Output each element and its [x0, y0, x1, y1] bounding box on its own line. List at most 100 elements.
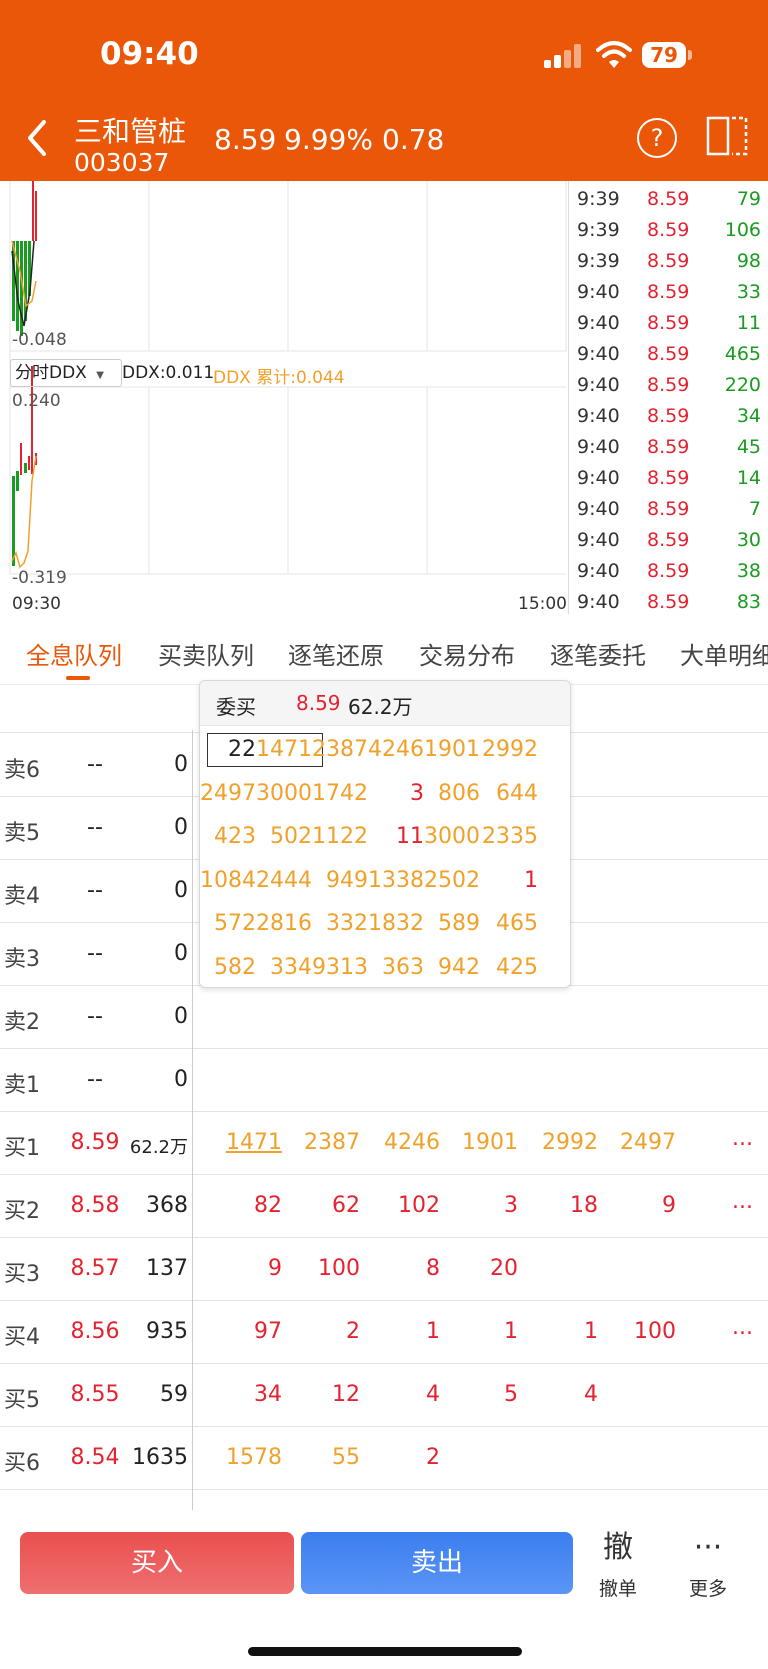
queue-order[interactable]: 100 [606, 1319, 676, 1344]
popup-order-cell[interactable]: 1122 [312, 824, 368, 849]
queue-order[interactable]: 1 [448, 1319, 518, 1344]
tab-bar: 全息队列 买卖队列 逐笔还原 交易分布 逐笔委托 大单明细 [0, 614, 768, 685]
popup-order-cell[interactable]: 1338 [368, 868, 424, 893]
popup-order-cell[interactable]: 2335 [482, 824, 538, 849]
tab-tick-orders[interactable]: 逐笔委托 [550, 636, 646, 671]
popup-order-cell[interactable]: 502 [256, 824, 312, 849]
queue-order[interactable]: 62 [290, 1193, 360, 1218]
queue-order[interactable]: 82 [212, 1193, 282, 1218]
more-orders-ellipsis[interactable]: ... [732, 1189, 753, 1214]
queue-order[interactable]: 4246 [370, 1130, 440, 1155]
queue-order[interactable]: 12 [290, 1382, 360, 1407]
popup-order-cell[interactable]: 11 [368, 824, 424, 849]
popup-order-cell[interactable]: 942 [424, 955, 480, 980]
more-orders-ellipsis[interactable]: ... [732, 1315, 753, 1340]
queue-order[interactable]: 2 [290, 1319, 360, 1344]
popup-order-cell[interactable]: 1084 [200, 868, 256, 893]
queue-order[interactable]: 4 [370, 1382, 440, 1407]
sell-button[interactable]: 卖出 [301, 1532, 573, 1594]
popup-order-cell[interactable]: 423 [200, 824, 256, 849]
queue-order[interactable]: 102 [370, 1193, 440, 1218]
help-icon[interactable]: ? [637, 118, 677, 158]
queue-order[interactable]: 2497 [606, 1130, 676, 1155]
queue-order[interactable]: 2992 [528, 1130, 598, 1155]
popup-order-cell[interactable]: 572 [200, 911, 256, 936]
popup-order-cell[interactable]: 363 [368, 955, 424, 980]
popup-order-cell[interactable]: 465 [482, 911, 538, 936]
queue-order[interactable]: 4 [528, 1382, 598, 1407]
dropdown-triangle-icon: ▼ [96, 370, 104, 381]
popup-order-cell[interactable]: 4246 [368, 737, 424, 762]
sell-row[interactable]: 卖1 -- 0 [0, 1049, 768, 1112]
sell-row[interactable]: 卖2 -- 0 [0, 986, 768, 1049]
tick-list[interactable]: 9:39 8.59 79 9:39 8.59 106 9:39 8.59 98 9:40 8.59 3… [568, 181, 768, 614]
popup-order-cell[interactable]: 9313 [312, 955, 368, 980]
queue-order[interactable]: 1471 [212, 1130, 282, 1155]
popup-order-cell[interactable]: 1471 [256, 737, 312, 762]
queue-order[interactable]: 9 [606, 1193, 676, 1218]
popup-order-cell[interactable]: 2444 [256, 868, 312, 893]
buy-queue-popup[interactable]: 委买 8.59 62.2万 22 1471 2387 4246 1901 2992 2497… [199, 680, 571, 988]
tab-trade-distribution[interactable]: 交易分布 [419, 636, 515, 671]
popup-order-cell[interactable]: 582 [200, 955, 256, 980]
popup-order-cell[interactable]: 332 [312, 911, 368, 936]
popup-order-cell[interactable]: 2387 [312, 737, 368, 762]
back-arrow-icon[interactable] [22, 118, 52, 158]
landscape-switch-icon[interactable] [706, 116, 748, 156]
buy-row[interactable]: 买3 8.57 137 9 100 8 20 [0, 1238, 768, 1301]
level-volume: 0 [174, 815, 188, 840]
popup-order-cell[interactable]: 589 [424, 911, 480, 936]
popup-order-cell[interactable]: 425 [482, 955, 538, 980]
popup-order-cell[interactable]: 1901 [424, 737, 480, 762]
popup-order-cell[interactable]: 1 [482, 868, 538, 893]
popup-order-cell[interactable]: 3 [368, 781, 424, 806]
queue-order[interactable]: 8 [370, 1256, 440, 1281]
queue-order[interactable]: 1901 [448, 1130, 518, 1155]
queue-order[interactable]: 20 [448, 1256, 518, 1281]
popup-order-cell[interactable]: 644 [482, 781, 538, 806]
tab-full-queue[interactable]: 全息队列 [26, 636, 122, 671]
queue-order[interactable]: 9 [212, 1256, 282, 1281]
cancel-order-button[interactable]: 撤 撤单 [578, 1528, 658, 1601]
popup-order-cell[interactable]: 3000 [256, 781, 312, 806]
tab-tick-restore[interactable]: 逐笔还原 [288, 636, 384, 671]
popup-order-cell[interactable]: 949 [312, 868, 368, 893]
popup-order-cell[interactable]: 3000 [424, 824, 480, 849]
queue-order[interactable]: 5 [448, 1382, 518, 1407]
queue-order[interactable]: 18 [528, 1193, 598, 1218]
tab-big-orders[interactable]: 大单明细 [680, 636, 768, 671]
queue-order[interactable]: 3 [448, 1193, 518, 1218]
queue-order[interactable]: 1 [528, 1319, 598, 1344]
popup-order-cell[interactable]: 1832 [368, 911, 424, 936]
popup-order-cell[interactable]: 806 [424, 781, 480, 806]
buy-button[interactable]: 买入 [20, 1532, 294, 1594]
queue-order[interactable]: 100 [290, 1256, 360, 1281]
intraday-chart[interactable]: -0.048 分时DDX ▼ DDX:0.011 DDX 累计:0.044 0.… [0, 181, 568, 614]
queue-order[interactable]: 1578 [212, 1445, 282, 1470]
queue-order[interactable]: 97 [212, 1319, 282, 1344]
queue-order[interactable]: 2387 [290, 1130, 360, 1155]
buy-row[interactable]: 买2 8.58 368 82 62 102 3 18 9... [0, 1175, 768, 1238]
tab-order-queue[interactable]: 买卖队列 [158, 636, 254, 671]
queue-order[interactable]: 2 [370, 1445, 440, 1470]
popup-order-cell[interactable]: 2816 [256, 911, 312, 936]
tick-price: 8.59 [647, 405, 690, 427]
buy-row[interactable]: 买1 8.59 62.2万 1471 2387 4246 1901 2992 2497... [0, 1112, 768, 1175]
popup-order-cell[interactable]: 2992 [482, 737, 538, 762]
buy-row[interactable]: 买6 8.54 1635 1578 55 2 [0, 1427, 768, 1490]
popup-order-cell[interactable]: 2497 [200, 781, 256, 806]
queue-order[interactable]: 1 [370, 1319, 440, 1344]
buy-row[interactable]: 买4 8.56 935 97 2 1 1 1 100... [0, 1301, 768, 1364]
popup-order-cell[interactable]: 2502 [424, 868, 480, 893]
popup-order-cell[interactable]: 22 [200, 737, 256, 762]
queue-order[interactable]: 34 [212, 1382, 282, 1407]
buy-row[interactable]: 买5 8.55 59 34 12 4 5 4 [0, 1364, 768, 1427]
popup-order-cell[interactable]: 1742 [312, 781, 368, 806]
more-button[interactable]: ··· 更多 [668, 1528, 748, 1601]
popup-order-cell[interactable]: 334 [256, 955, 312, 980]
more-orders-ellipsis[interactable]: ... [732, 1126, 753, 1151]
bottom-action-bar: 买入 卖出 撤 撤单 ··· 更多 [0, 1510, 768, 1669]
tick-time: 9:39 [577, 250, 620, 272]
queue-order[interactable]: 55 [290, 1445, 360, 1470]
ddx-selector[interactable]: 分时DDX ▼ [10, 359, 122, 387]
